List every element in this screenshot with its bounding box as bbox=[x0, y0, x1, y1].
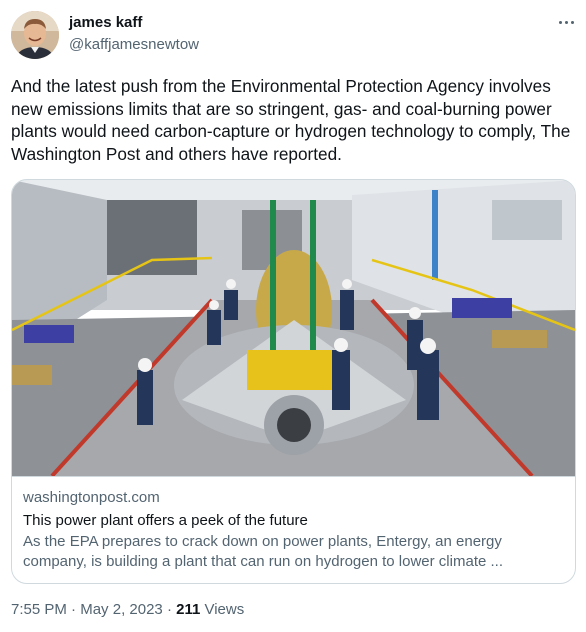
link-card-title: This power plant offers a peek of the fu… bbox=[23, 512, 308, 529]
tweet-text: And the latest push from the Environment… bbox=[11, 76, 571, 164]
author-display-name[interactable]: james kaff bbox=[69, 14, 142, 31]
link-card-image bbox=[12, 180, 575, 476]
more-horizontal-icon[interactable] bbox=[554, 12, 578, 32]
tweet-date[interactable]: May 2, 2023 bbox=[80, 601, 163, 618]
author-handle[interactable]: @kaffjamesnewtow bbox=[69, 36, 199, 53]
meta-separator: · bbox=[66, 601, 81, 618]
card-divider bbox=[12, 476, 575, 477]
tweet: james kaff @kaffjamesnewtow And the late… bbox=[0, 0, 586, 632]
meta-separator: · bbox=[162, 601, 177, 618]
link-card[interactable]: washingtonpost.com This power plant offe… bbox=[11, 179, 576, 584]
link-card-domain: washingtonpost.com bbox=[23, 489, 160, 506]
tweet-metadata: 7:55 PM · May 2, 2023 · 211 Views bbox=[11, 601, 244, 618]
tweet-time[interactable]: 7:55 PM bbox=[11, 601, 67, 618]
views-count[interactable]: 211 bbox=[176, 601, 200, 618]
link-card-description: As the EPA prepares to crack down on pow… bbox=[23, 533, 503, 570]
views-label: Views bbox=[200, 601, 245, 618]
avatar[interactable] bbox=[11, 11, 59, 59]
